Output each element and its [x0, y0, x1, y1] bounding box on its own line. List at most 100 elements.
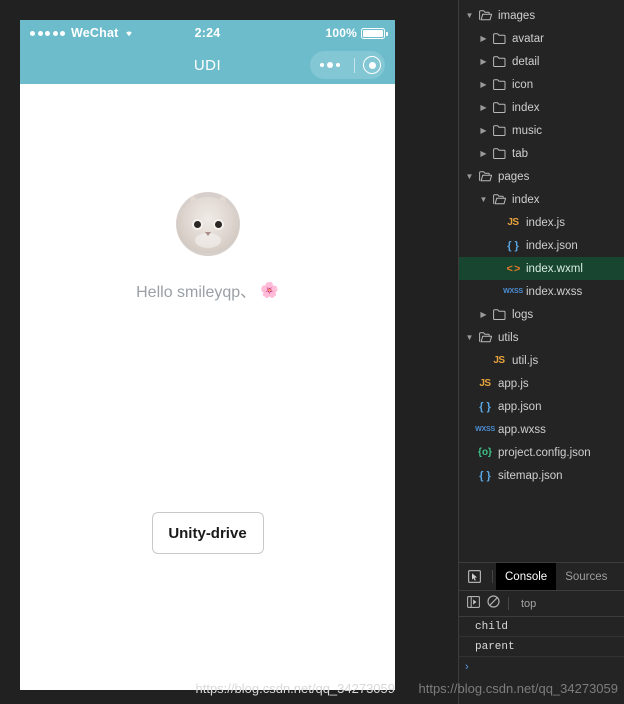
file-tree-item-pages[interactable]: ▼ pages	[459, 165, 624, 188]
chevron-right-icon[interactable]: ▶	[477, 103, 490, 112]
console-context-selector[interactable]: top	[521, 598, 536, 610]
battery-icon	[361, 27, 388, 39]
status-bar-time: 2:24	[194, 26, 221, 40]
unity-drive-button[interactable]: Unity-drive	[151, 512, 264, 554]
file-tree-item-icon[interactable]: ▶ icon	[459, 73, 624, 96]
chevron-down-icon[interactable]: ▼	[463, 11, 476, 20]
folder-icon	[490, 79, 508, 90]
file-tree-item-detail[interactable]: ▶ detail	[459, 50, 624, 73]
console-log-row: child	[459, 617, 624, 637]
tab-console[interactable]: Console	[496, 563, 557, 590]
file-tree-item-label: icon	[512, 78, 534, 91]
cherry-blossom-icon: 🌸	[260, 282, 279, 299]
file-tree-item-util-js[interactable]: JS util.js	[459, 349, 624, 372]
file-tree-item-index-wxss[interactable]: WXSS index.wxss	[459, 280, 624, 303]
wxss-icon: WXSS	[475, 426, 495, 433]
file-tree-item-index-js[interactable]: JS index.js	[459, 211, 624, 234]
file-tree-item-label: app.json	[498, 400, 542, 413]
console-log-row: parent	[459, 637, 624, 657]
file-tree-item-label: index.wxss	[526, 285, 583, 298]
cat-avatar	[175, 192, 240, 256]
tab-sources[interactable]: Sources	[556, 563, 616, 590]
chevron-right-icon[interactable]: ▶	[477, 34, 490, 43]
js-icon: JS	[507, 217, 519, 228]
watermark-text: https://blog.csdn.net/qq_34273059	[418, 681, 619, 696]
json-icon: { }	[479, 400, 491, 413]
file-tree-item-utils[interactable]: ▼ utils	[459, 326, 624, 349]
chevron-right-icon[interactable]: ▶	[477, 149, 490, 158]
target-icon[interactable]	[363, 56, 381, 74]
battery-percent-label: 100%	[325, 26, 358, 40]
folder-icon	[490, 125, 508, 136]
file-tree-item-label: utils	[498, 331, 519, 344]
ellipsis-icon[interactable]	[314, 62, 346, 68]
json-icon: { }	[507, 239, 519, 252]
file-tree-item-label: app.js	[498, 377, 529, 390]
tab-list: Console Sources	[496, 563, 616, 590]
file-tree-item-index-wxml[interactable]: < > index.wxml	[459, 257, 624, 280]
wifi-icon	[123, 26, 135, 40]
simulator-pane: WeChat 2:24 100% UDI Hello smileyqp、 🌸 U…	[0, 0, 457, 704]
file-tree-item-index-json[interactable]: { } index.json	[459, 234, 624, 257]
tabbar-divider	[492, 570, 493, 583]
file-tree-item-tab[interactable]: ▶ tab	[459, 142, 624, 165]
console-sidebar-icon[interactable]	[467, 595, 480, 613]
folder-icon	[490, 309, 508, 320]
file-tree-item-label: index	[512, 101, 540, 114]
file-tree[interactable]: ▼ images ▶ avatar ▶ detail ▶ icon ▶ index ▶ music ▶ t…	[459, 0, 624, 562]
json-icon: { }	[479, 469, 491, 482]
inspect-element-icon[interactable]	[459, 563, 489, 590]
greeting-label: Hello smileyqp、	[136, 284, 257, 301]
folder-icon	[490, 148, 508, 159]
file-tree-item-label: pages	[498, 170, 530, 183]
js-icon: JS	[479, 378, 491, 389]
file-tree-item-images[interactable]: ▼ images	[459, 4, 624, 27]
chevron-right-icon[interactable]: ▶	[477, 57, 490, 66]
file-tree-item-app-wxss[interactable]: WXSS app.wxss	[459, 418, 624, 441]
status-bar-left: WeChat	[30, 26, 195, 40]
status-bar: WeChat 2:24 100%	[20, 20, 395, 46]
js-icon: JS	[493, 355, 505, 366]
devtools-window: WeChat 2:24 100% UDI Hello smileyqp、 🌸 U…	[0, 0, 624, 704]
chevron-down-icon[interactable]: ▼	[477, 195, 490, 204]
file-tree-item-label: detail	[512, 55, 540, 68]
chevron-down-icon[interactable]: ▼	[463, 333, 476, 342]
wxss-icon: WXSS	[503, 288, 523, 295]
file-tree-item-app-js[interactable]: JS app.js	[459, 372, 624, 395]
file-tree-item-app-json[interactable]: { } app.json	[459, 395, 624, 418]
file-tree-item-label: index	[512, 193, 540, 206]
chevron-right-icon[interactable]: ▶	[477, 80, 490, 89]
capsule-button-group[interactable]	[310, 51, 385, 79]
devtools-pane: ▼ images ▶ avatar ▶ detail ▶ icon ▶ index ▶ music ▶ t…	[458, 0, 624, 704]
file-tree-item-index[interactable]: ▼ index	[459, 188, 624, 211]
toolbar-divider	[508, 597, 509, 610]
file-tree-item-project-config-json[interactable]: {o} project.config.json	[459, 441, 624, 464]
folder-icon	[490, 102, 508, 113]
greeting-block: Hello smileyqp、 🌸	[20, 84, 395, 302]
chevron-right-icon[interactable]: ▶	[477, 126, 490, 135]
file-tree-item-sitemap-json[interactable]: { } sitemap.json	[459, 464, 624, 487]
folder-open-icon	[476, 332, 494, 343]
file-tree-item-avatar[interactable]: ▶ avatar	[459, 27, 624, 50]
chevron-down-icon[interactable]: ▼	[463, 172, 476, 181]
file-tree-item-music[interactable]: ▶ music	[459, 119, 624, 142]
file-tree-item-logs[interactable]: ▶ logs	[459, 303, 624, 326]
file-tree-item-label: app.wxss	[498, 423, 546, 436]
clear-console-icon[interactable]	[487, 594, 500, 613]
console-prompt[interactable]: ›	[459, 657, 624, 677]
signal-strength-icon	[30, 30, 65, 36]
capsule-divider	[354, 57, 355, 73]
watermark-text-left: https://blog.csdn.net/qq_34273059	[195, 681, 396, 696]
chevron-right-icon[interactable]: ▶	[477, 310, 490, 319]
file-tree-item-label: index.json	[526, 239, 578, 252]
page-title: UDI	[193, 56, 222, 74]
file-tree-item-label: tab	[512, 147, 528, 160]
wxml-icon: < >	[506, 262, 521, 275]
phone-page-body: Hello smileyqp、 🌸 Unity-drive	[20, 84, 395, 690]
folder-icon	[490, 56, 508, 67]
console-toolbar: top	[459, 591, 624, 617]
file-tree-item-index[interactable]: ▶ index	[459, 96, 624, 119]
phone-frame: WeChat 2:24 100% UDI Hello smileyqp、 🌸 U…	[20, 20, 395, 690]
console-log-list: child parent	[459, 617, 624, 657]
folder-open-icon	[476, 10, 494, 21]
